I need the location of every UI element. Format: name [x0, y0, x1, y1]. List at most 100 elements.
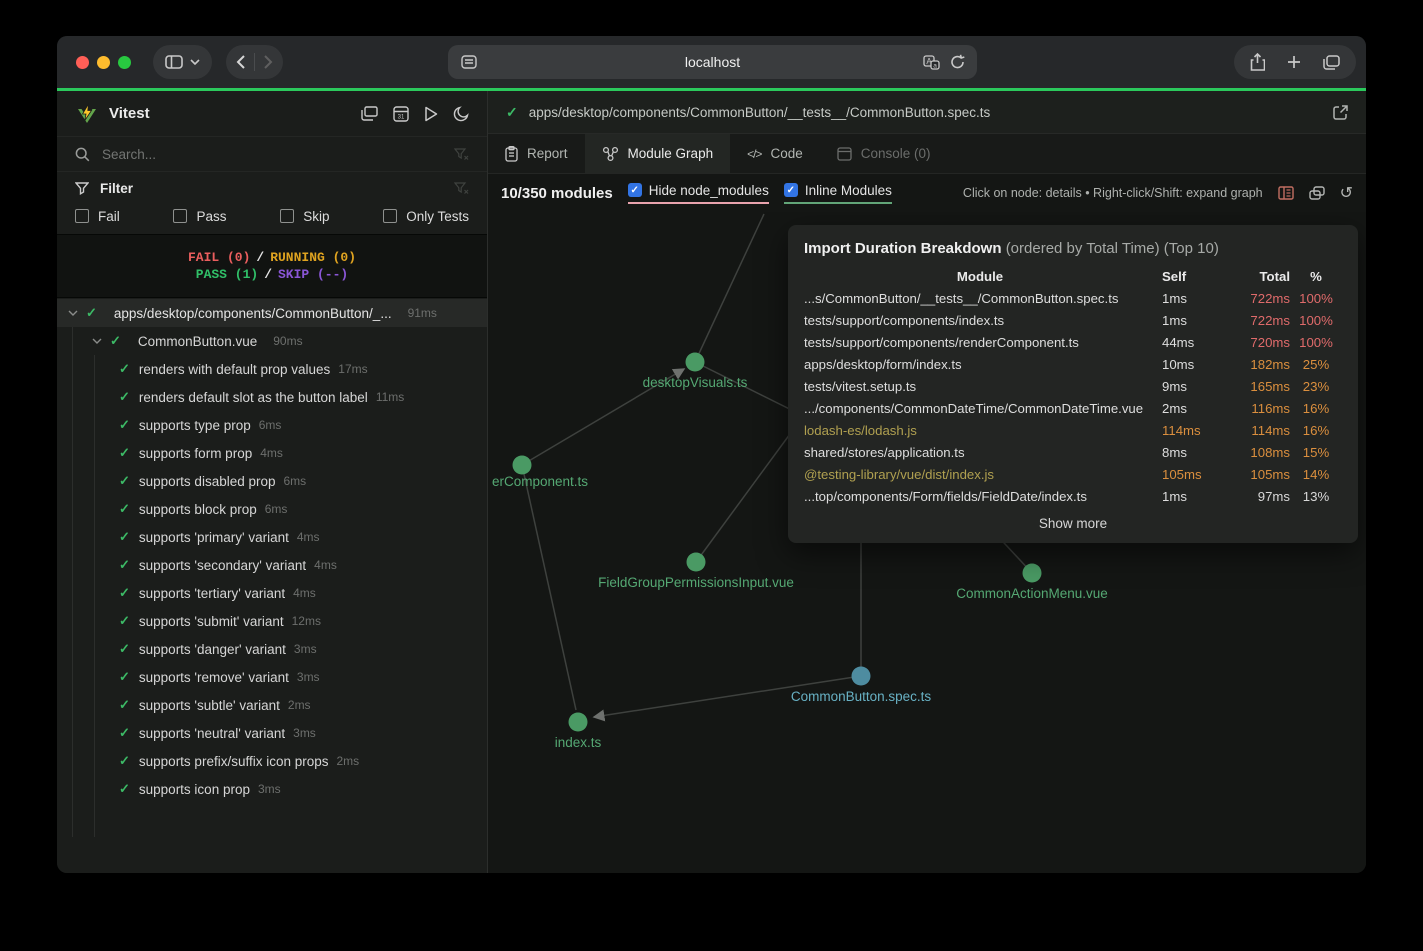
tab-label: Code: [770, 146, 802, 161]
checkbox-label: Pass: [196, 209, 226, 224]
module-graph-canvas[interactable]: desktopVisuals.ts erComponent.ts FieldGrou…: [488, 212, 1366, 873]
test-row[interactable]: ✓supports icon prop3ms: [57, 775, 487, 803]
collapse-all-icon[interactable]: [361, 106, 378, 122]
test-row[interactable]: ✓supports prefix/suffix icon props2ms: [57, 747, 487, 775]
chevron-down-icon[interactable]: [68, 310, 78, 316]
show-more-button[interactable]: Show more: [804, 516, 1342, 531]
filter-checkbox-only-tests[interactable]: Only Tests: [383, 209, 469, 224]
checkbox-label: Skip: [303, 209, 329, 224]
test-row[interactable]: ✓supports 'remove' variant3ms: [57, 663, 487, 691]
check-icon: ✓: [119, 585, 130, 601]
checkbox-unchecked-icon[interactable]: [280, 209, 294, 223]
new-tab-icon[interactable]: [1287, 55, 1301, 69]
chevron-down-icon[interactable]: [92, 338, 102, 344]
graph-node[interactable]: [686, 353, 705, 372]
graph-node-label[interactable]: erComponent.ts: [492, 474, 588, 489]
graph-node[interactable]: [569, 713, 588, 732]
test-duration: 2ms: [288, 698, 311, 712]
zoom-window-button[interactable]: [118, 56, 131, 69]
test-row[interactable]: ✓supports block prop6ms: [57, 495, 487, 523]
hide-node-modules-label: Hide node_modules: [649, 183, 769, 198]
browser-sidebar-toggle[interactable]: [153, 45, 212, 79]
column-header-total: Total: [1218, 266, 1290, 288]
graph-node[interactable]: [852, 667, 871, 686]
search-input[interactable]: [102, 147, 442, 162]
clear-filter-icon[interactable]: [454, 182, 469, 195]
test-name: supports prefix/suffix icon props: [139, 754, 329, 769]
filter-checkbox-fail[interactable]: Fail: [75, 209, 120, 224]
filter-checkbox-skip[interactable]: Skip: [280, 209, 329, 224]
run-all-icon[interactable]: [424, 106, 438, 122]
test-name: supports 'danger' variant: [139, 642, 286, 657]
tab-bar: Report Module Graph </> Code Console: [488, 134, 1366, 174]
test-row[interactable]: ✓supports type prop6ms: [57, 411, 487, 439]
dark-mode-icon[interactable]: [453, 106, 469, 122]
tree-root-row[interactable]: ✓ apps/desktop/components/CommonButton/_…: [57, 299, 487, 327]
graph-node[interactable]: [687, 553, 706, 572]
tab-overview-icon[interactable]: [1323, 55, 1340, 70]
checkbox-unchecked-icon[interactable]: [173, 209, 187, 223]
checkbox-unchecked-icon[interactable]: [383, 209, 397, 223]
legend-book-icon[interactable]: [1278, 186, 1294, 200]
inline-modules-toggle[interactable]: ✓ Inline Modules: [784, 183, 892, 204]
column-header-self: Self: [1156, 266, 1218, 288]
close-window-button[interactable]: [76, 56, 89, 69]
test-name: supports form prop: [139, 446, 252, 461]
graph-node[interactable]: [1023, 564, 1042, 583]
test-row[interactable]: ✓supports 'secondary' variant4ms: [57, 551, 487, 579]
test-row[interactable]: ✓supports 'neutral' variant3ms: [57, 719, 487, 747]
tab-code[interactable]: </> Code: [730, 134, 820, 173]
dashboard-icon[interactable]: 31: [393, 106, 409, 122]
graph-node[interactable]: [513, 456, 532, 475]
self-time-cell: 8ms: [1156, 442, 1218, 464]
test-row[interactable]: ✓supports 'tertiary' variant4ms: [57, 579, 487, 607]
tab-label: Module Graph: [628, 146, 714, 161]
minimize-window-button[interactable]: [97, 56, 110, 69]
percent-cell: 16%: [1290, 398, 1342, 420]
self-time-cell: 1ms: [1156, 288, 1218, 310]
graph-node-label[interactable]: CommonActionMenu.vue: [956, 586, 1108, 601]
tree-file-row[interactable]: ✓ CommonButton.vue 90ms: [57, 327, 487, 355]
tab-console[interactable]: Console (0): [820, 134, 948, 173]
test-row[interactable]: ✓supports 'danger' variant3ms: [57, 635, 487, 663]
percent-cell: 16%: [1290, 420, 1342, 442]
graph-node-label[interactable]: desktopVisuals.ts: [643, 375, 748, 390]
reload-icon[interactable]: [950, 54, 965, 70]
tab-module-graph[interactable]: Module Graph: [585, 134, 731, 173]
test-row[interactable]: ✓supports 'submit' variant12ms: [57, 607, 487, 635]
test-row[interactable]: ✓supports 'primary' variant4ms: [57, 523, 487, 551]
check-icon: ✓: [506, 104, 518, 121]
total-time-cell: 105ms: [1218, 464, 1290, 486]
back-button[interactable]: [236, 54, 246, 70]
graph-node-label[interactable]: CommonButton.spec.ts: [791, 689, 932, 704]
self-time-cell: 10ms: [1156, 354, 1218, 376]
tab-report[interactable]: Report: [488, 134, 585, 173]
run-status-summary: FAIL (0) / RUNNING (0) PASS (1) / SKIP (…: [57, 234, 487, 298]
filter-checkbox-pass[interactable]: Pass: [173, 209, 226, 224]
forward-button[interactable]: [263, 54, 273, 70]
address-bar[interactable]: localhost Aa: [448, 45, 977, 79]
graph-node-label[interactable]: index.ts: [555, 735, 602, 750]
console-icon: [837, 147, 852, 161]
graph-node-label[interactable]: FieldGroupPermissionsInput.vue: [598, 575, 794, 590]
test-row[interactable]: ✓renders with default prop values17ms: [57, 355, 487, 383]
self-time-cell: 114ms: [1156, 420, 1218, 442]
reset-graph-icon[interactable]: ↺: [1340, 183, 1353, 203]
column-header-pct: %: [1290, 266, 1342, 288]
clear-search-icon[interactable]: [454, 148, 469, 161]
module-cell: .../components/CommonDateTime/CommonDate…: [804, 398, 1156, 420]
translate-icon[interactable]: Aa: [923, 55, 940, 70]
hide-node-modules-toggle[interactable]: ✓ Hide node_modules: [628, 183, 769, 204]
expand-graph-icon[interactable]: [1309, 186, 1325, 200]
test-duration: 3ms: [297, 670, 320, 684]
share-icon[interactable]: [1250, 53, 1265, 71]
checkbox-unchecked-icon[interactable]: [75, 209, 89, 223]
module-cell: apps/desktop/form/index.ts: [804, 354, 1156, 376]
test-row[interactable]: ✓supports form prop4ms: [57, 439, 487, 467]
test-name: supports type prop: [139, 418, 251, 433]
open-external-icon[interactable]: [1333, 105, 1348, 120]
test-name: renders default slot as the button label: [139, 390, 368, 405]
test-row[interactable]: ✓supports disabled prop6ms: [57, 467, 487, 495]
test-row[interactable]: ✓supports 'subtle' variant2ms: [57, 691, 487, 719]
test-row[interactable]: ✓renders default slot as the button labe…: [57, 383, 487, 411]
